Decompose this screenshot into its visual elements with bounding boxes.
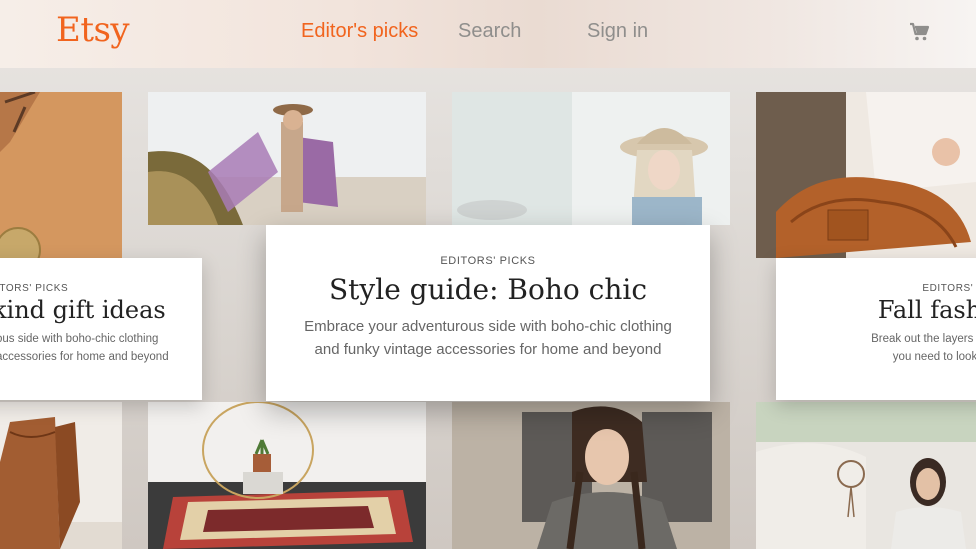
card-description-line: you need to look chic (and st bbox=[892, 351, 976, 363]
card-description-line: Break out the layers and pile on the c bbox=[871, 333, 976, 345]
card-description-line: and funky vintage accessories for home a… bbox=[314, 341, 662, 358]
nav-editors-picks[interactable]: Editor's picks bbox=[301, 20, 418, 43]
card-description-line: accessories for home and beyond bbox=[0, 351, 169, 363]
card-title: Fall fashion ac bbox=[877, 296, 976, 324]
card-eyebrow: ITORS' PICKS bbox=[0, 283, 69, 294]
nav-search[interactable]: Search bbox=[458, 20, 521, 43]
card-style-guide-boho-chic[interactable]: EDITORS' PICKS Style guide: Boho chic Em… bbox=[266, 225, 710, 401]
card-description: ous side with boho-chic clothing accesso… bbox=[0, 330, 169, 366]
tile-gift-pendant-photo[interactable] bbox=[0, 92, 122, 258]
boho-kimono-image bbox=[148, 92, 426, 225]
tile-kilim-rug-photo[interactable] bbox=[148, 402, 426, 549]
card-title: kind gift ideas bbox=[0, 296, 166, 324]
card-eyebrow: EDITORS' PICKS bbox=[440, 255, 536, 267]
card-fall-fashion[interactable]: EDITORS' PICKS Fall fashion ac Break out… bbox=[776, 258, 976, 400]
tile-boho-kimono-photo[interactable] bbox=[148, 92, 426, 225]
card-title: Style guide: Boho chic bbox=[329, 273, 647, 306]
top-navigation-bar: Etsy Editor's picks Search Sign in bbox=[0, 0, 976, 68]
leather-bag-image bbox=[756, 92, 976, 258]
floppy-hat-woman-image bbox=[452, 92, 730, 225]
tile-braided-hair-photo[interactable] bbox=[452, 402, 730, 549]
card-gift-ideas[interactable]: ITORS' PICKS kind gift ideas ous side wi… bbox=[0, 258, 202, 400]
tile-leather-bag-photo[interactable] bbox=[756, 92, 976, 258]
braided-hair-woman-image bbox=[452, 402, 730, 549]
tile-floppy-hat-photo[interactable] bbox=[452, 92, 730, 225]
card-eyebrow: EDITORS' PICKS bbox=[922, 283, 976, 294]
dreamcatcher-image bbox=[756, 402, 976, 549]
kilim-rug-image bbox=[148, 402, 426, 549]
card-description: Break out the layers and pile on the c y… bbox=[776, 330, 976, 366]
shopping-cart-icon[interactable] bbox=[909, 22, 931, 42]
tile-cowboy-boots-photo[interactable] bbox=[0, 402, 122, 549]
tile-dreamcatcher-photo[interactable] bbox=[756, 402, 976, 549]
card-description-line: ous side with boho-chic clothing bbox=[0, 333, 159, 345]
card-description: Embrace your adventurous side with boho-… bbox=[286, 315, 690, 361]
etsy-logo[interactable]: Etsy bbox=[56, 10, 130, 50]
pendant-necklace-image bbox=[0, 92, 122, 258]
tv-app-screen: Etsy Editor's picks Search Sign in ITORS… bbox=[0, 0, 976, 549]
cowboy-boots-image bbox=[0, 402, 122, 549]
nav-sign-in[interactable]: Sign in bbox=[587, 20, 648, 43]
card-description-line: Embrace your adventurous side with boho-… bbox=[304, 318, 672, 335]
